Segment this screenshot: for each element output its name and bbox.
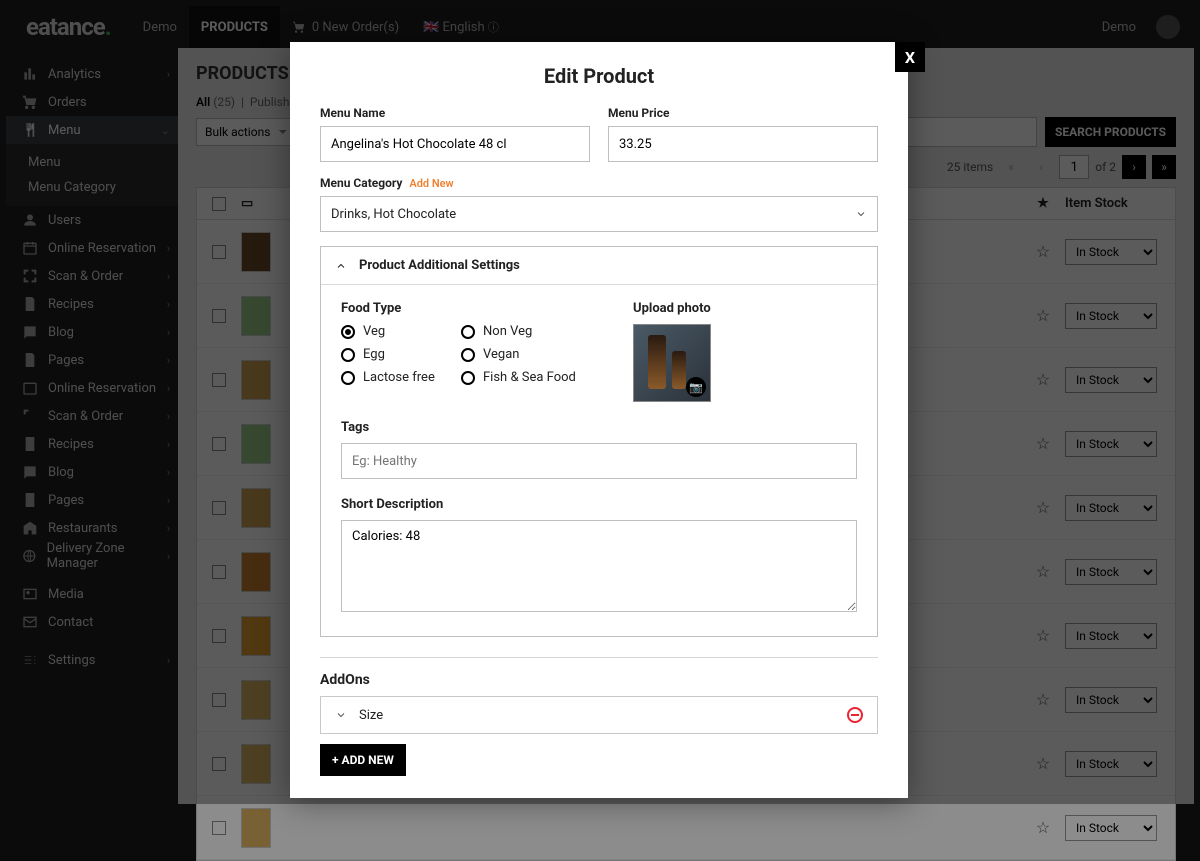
menu-name-label: Menu Name <box>320 106 590 120</box>
addons-label: AddOns <box>320 672 878 688</box>
food-type-label: Food Type <box>341 301 601 316</box>
add-addon-button[interactable]: + ADD NEW <box>320 744 406 776</box>
addon-row[interactable]: Size <box>320 696 878 734</box>
tags-label: Tags <box>341 420 857 435</box>
chevron-up-icon <box>335 260 347 272</box>
menu-category-select[interactable]: Drinks, Hot Chocolate <box>320 196 878 232</box>
short-description-input[interactable] <box>341 520 857 612</box>
table-row: ☆ In Stock <box>197 796 1175 860</box>
short-description-label: Short Description <box>341 497 857 512</box>
food-type-fish[interactable]: Fish & Sea Food <box>461 370 601 385</box>
stock-select[interactable]: In Stock <box>1065 815 1157 841</box>
tags-input[interactable] <box>341 443 857 479</box>
camera-icon: 📷 <box>686 377 706 397</box>
food-type-veg[interactable]: Veg <box>341 324 461 339</box>
close-button[interactable]: X <box>895 42 925 72</box>
menu-name-input[interactable] <box>320 126 590 162</box>
row-checkbox[interactable] <box>212 821 226 835</box>
menu-price-label: Menu Price <box>608 106 878 120</box>
additional-settings-toggle[interactable]: Product Additional Settings <box>321 247 877 285</box>
modal-title: Edit Product <box>320 64 878 88</box>
delete-addon-button[interactable] <box>847 707 863 723</box>
upload-photo[interactable]: 📷 <box>633 324 711 402</box>
edit-product-modal: X Edit Product Menu Name Menu Price Menu… <box>290 42 908 798</box>
star-icon[interactable]: ☆ <box>1036 818 1050 837</box>
menu-price-input[interactable] <box>608 126 878 162</box>
food-type-vegan[interactable]: Vegan <box>461 347 601 362</box>
add-category-link[interactable]: Add New <box>409 177 453 190</box>
food-type-egg[interactable]: Egg <box>341 347 461 362</box>
food-type-nonveg[interactable]: Non Veg <box>461 324 601 339</box>
chevron-down-icon <box>335 709 347 721</box>
upload-photo-label: Upload photo <box>633 301 711 316</box>
food-type-lactose[interactable]: Lactose free <box>341 370 461 385</box>
menu-category-label: Menu Category Add New <box>320 176 878 190</box>
chevron-down-icon <box>855 208 867 220</box>
product-thumb <box>241 808 271 848</box>
